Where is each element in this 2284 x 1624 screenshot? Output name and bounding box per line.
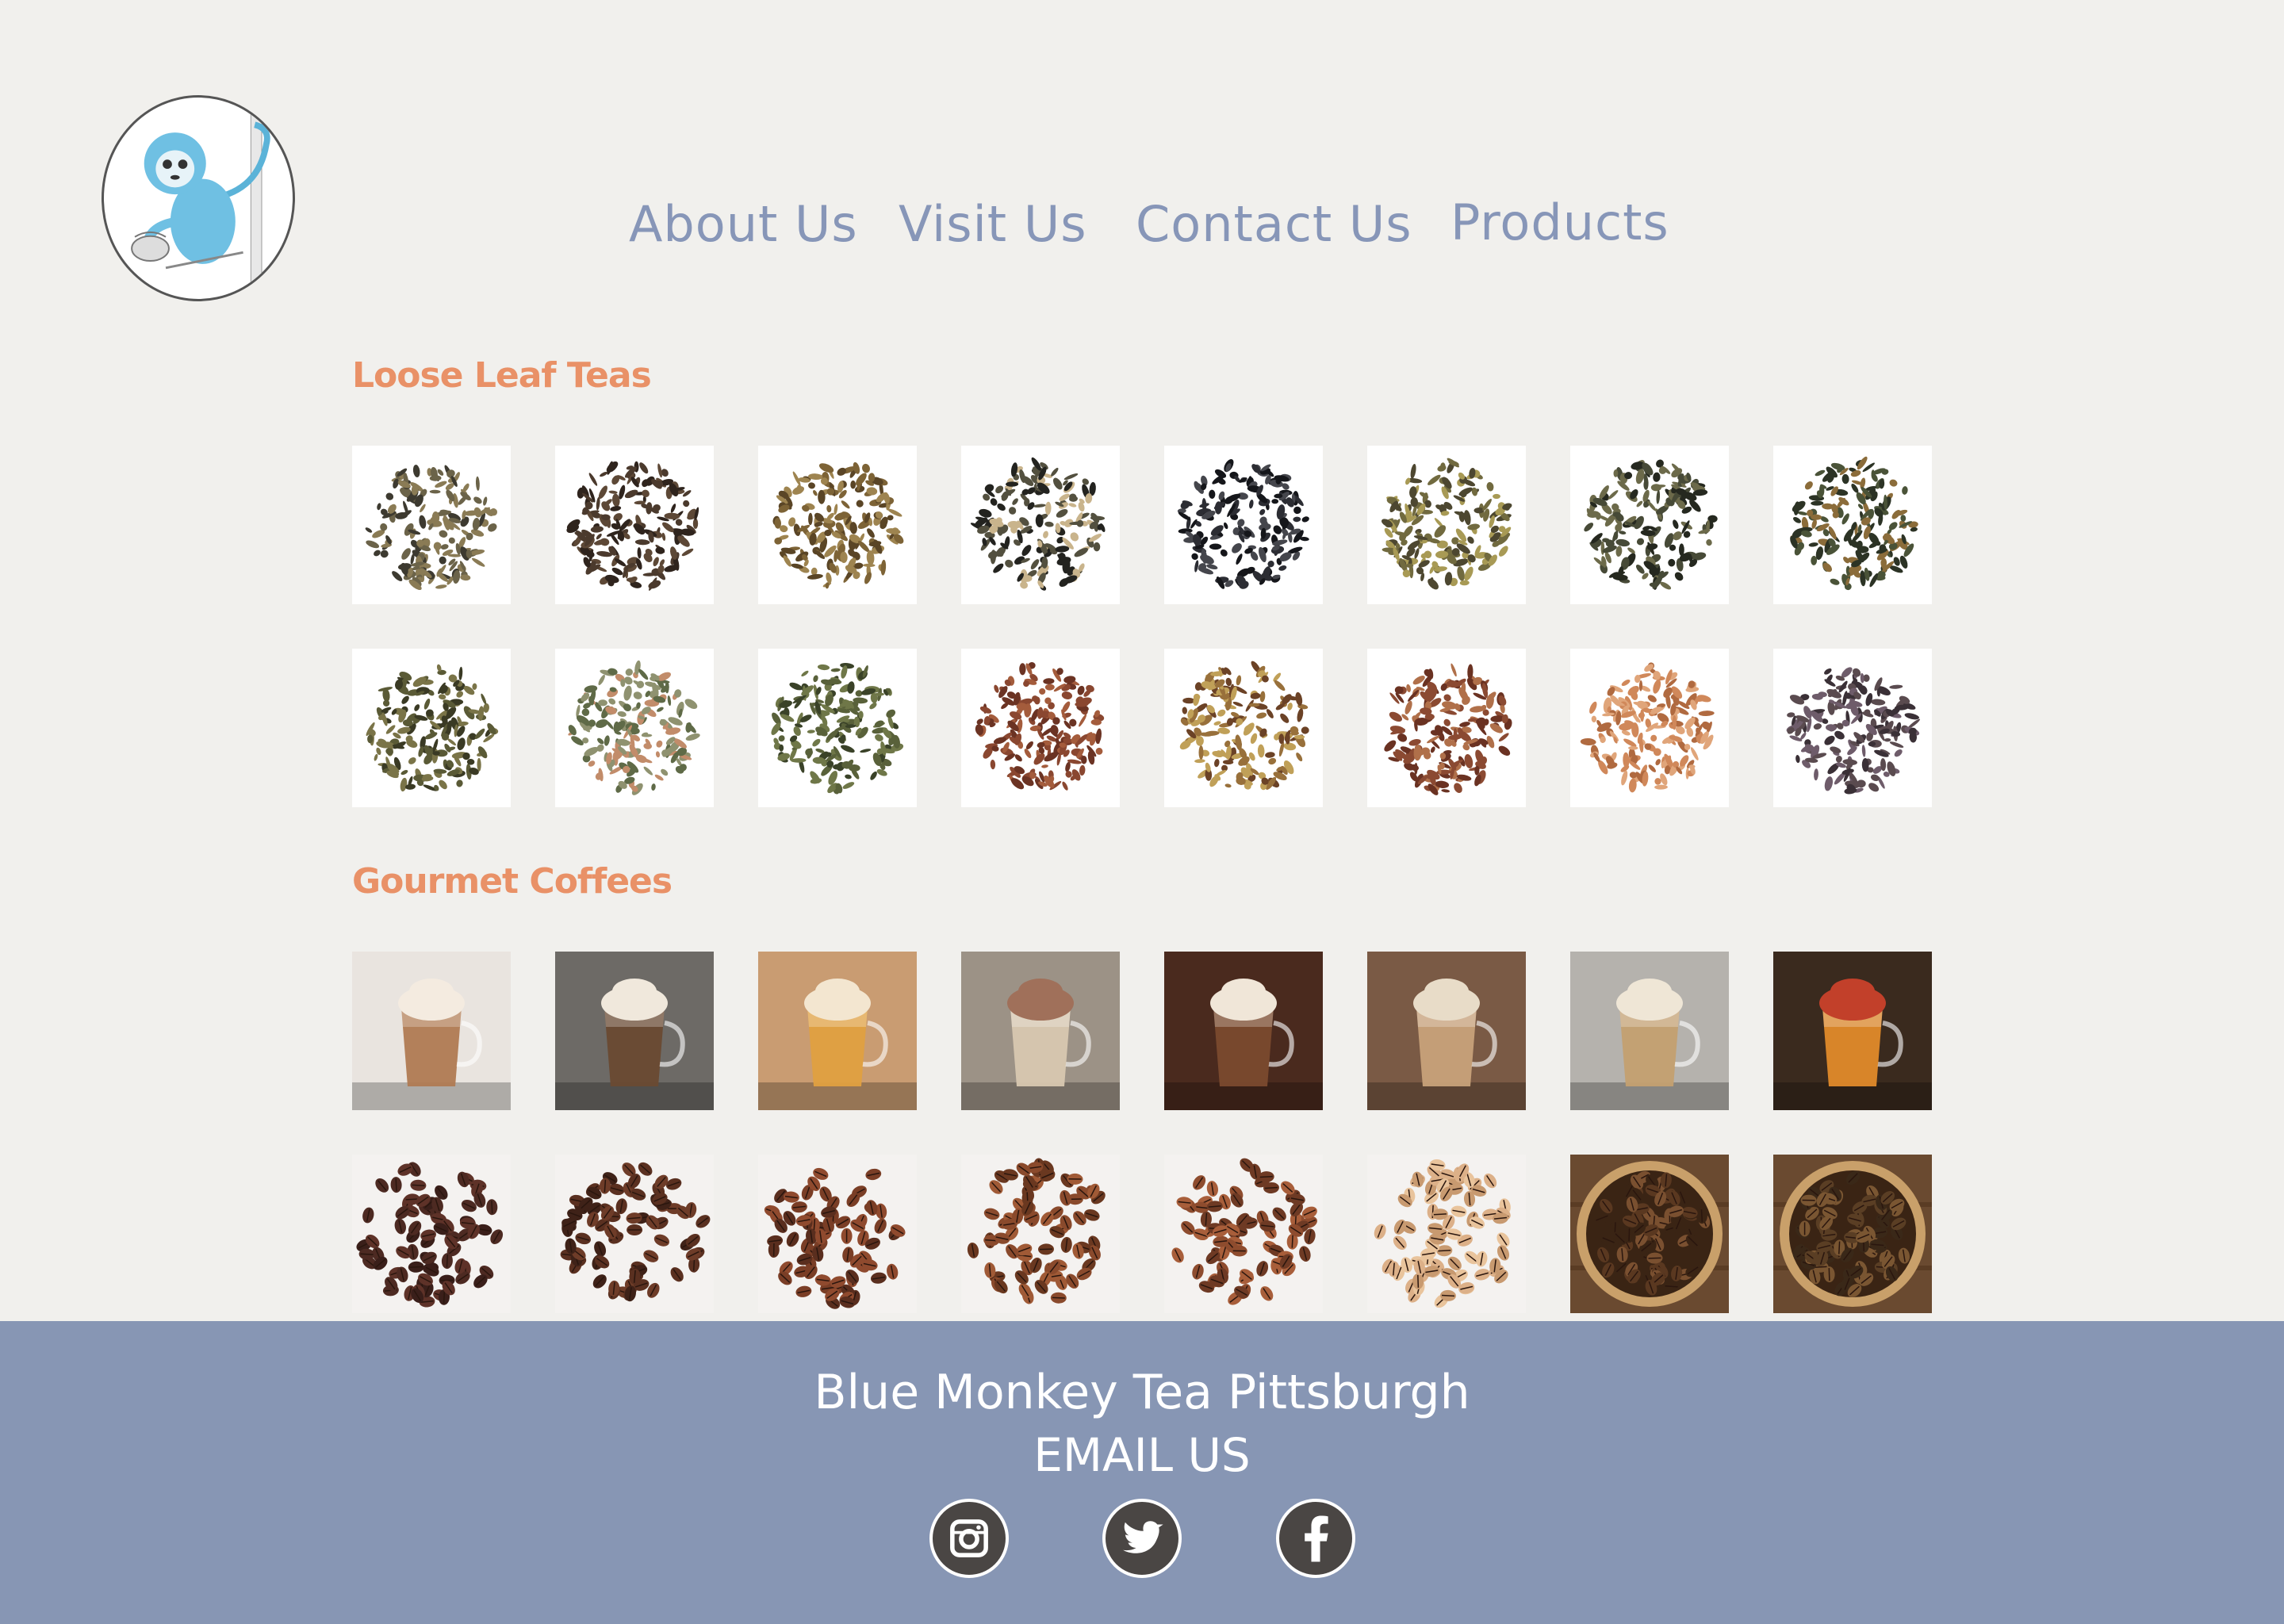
coffee-cold-brew-image <box>1773 952 1932 1110</box>
product-tile-coffee-cappuccino[interactable] <box>1570 952 1729 1110</box>
tea-black-dark-image <box>555 446 714 604</box>
product-tile-tea-black-fine[interactable] <box>1164 446 1323 604</box>
tea-black-fine-image <box>1164 446 1323 604</box>
section-title-gourmet-coffees: Gourmet Coffees <box>352 861 673 902</box>
tea-lavender-earl-image <box>1773 649 1932 807</box>
nav-visit-us[interactable]: Visit Us <box>899 195 1087 253</box>
product-tile-coffee-iced[interactable] <box>1367 952 1526 1110</box>
instagram-icon <box>950 1519 988 1557</box>
tea-row-1 <box>352 446 1938 604</box>
product-tile-tea-rooibos-spice[interactable] <box>1367 649 1526 807</box>
facebook-link[interactable] <box>1276 1499 1355 1578</box>
product-tile-tea-honeybush[interactable] <box>1570 649 1729 807</box>
product-tile-coffee-copper-mug[interactable] <box>1164 952 1323 1110</box>
facebook-icon <box>1305 1515 1328 1562</box>
section-title-loose-leaf-teas: Loose Leaf Teas <box>352 355 652 396</box>
coffee-cream-latte-image <box>352 952 511 1110</box>
footer-title: Blue Monkey Tea Pittsburgh <box>814 1365 1470 1420</box>
product-tile-beans-bowl-1[interactable] <box>1570 1155 1729 1313</box>
coffee-mocha-image <box>555 952 714 1110</box>
twitter-link[interactable] <box>1102 1499 1182 1578</box>
tea-row-2 <box>352 649 1938 807</box>
tea-jasmine-green-image <box>1367 446 1526 604</box>
instagram-link[interactable] <box>929 1499 1009 1578</box>
product-tile-tea-white-blend[interactable] <box>555 649 714 807</box>
tea-green-leaf-image <box>352 649 511 807</box>
product-tile-beans-bowl-2[interactable] <box>1773 1155 1932 1313</box>
coffee-cappuccino-image <box>1570 952 1729 1110</box>
nav-about-us[interactable]: About Us <box>629 195 858 253</box>
beans-light-image <box>1367 1155 1526 1313</box>
coffee-cinnamon-image <box>758 952 917 1110</box>
tea-grid <box>352 446 1938 807</box>
product-tile-beans-french[interactable] <box>555 1155 714 1313</box>
tea-rooibos-spice-image <box>1367 649 1526 807</box>
product-tile-beans-colombian[interactable] <box>1164 1155 1323 1313</box>
beans-dark-image <box>352 1155 511 1313</box>
product-tile-tea-rooibos-flower[interactable] <box>1164 649 1323 807</box>
product-tile-coffee-cold-brew[interactable] <box>1773 952 1932 1110</box>
coffee-chai-image <box>961 952 1120 1110</box>
product-tile-tea-rooibos[interactable] <box>961 649 1120 807</box>
beans-colombian-image <box>1164 1155 1323 1313</box>
beans-bowl-2-image <box>1773 1155 1932 1313</box>
product-tile-coffee-cinnamon[interactable] <box>758 952 917 1110</box>
product-tile-beans-light[interactable] <box>1367 1155 1526 1313</box>
product-tile-beans-house[interactable] <box>961 1155 1120 1313</box>
product-tile-tea-almond-blend[interactable] <box>961 446 1120 604</box>
blue-monkey-logo-icon <box>131 113 270 292</box>
beans-house-image <box>961 1155 1120 1313</box>
tea-sencha-image <box>758 649 917 807</box>
tea-honeybush-image <box>1570 649 1729 807</box>
coffee-row-2 <box>352 1155 1938 1313</box>
tea-mixed-green-image <box>352 446 511 604</box>
tea-white-blend-image <box>555 649 714 807</box>
product-tile-tea-pearls[interactable] <box>758 446 917 604</box>
logo[interactable] <box>102 95 295 301</box>
tea-pearls-image <box>758 446 917 604</box>
coffee-grid <box>352 952 1938 1313</box>
nav-contact-us[interactable]: Contact Us <box>1136 195 1412 253</box>
tea-rooibos-flower-image <box>1164 649 1323 807</box>
nav-products[interactable]: Products <box>1450 193 1669 251</box>
product-tile-tea-lavender-earl[interactable] <box>1773 649 1932 807</box>
product-tile-tea-green-peel[interactable] <box>1773 446 1932 604</box>
product-tile-beans-dark[interactable] <box>352 1155 511 1313</box>
product-tile-coffee-cream-latte[interactable] <box>352 952 511 1110</box>
beans-french-image <box>555 1155 714 1313</box>
email-us-link[interactable]: EMAIL US <box>0 1428 2284 1482</box>
product-tile-tea-green-leaf[interactable] <box>352 649 511 807</box>
product-tile-tea-mixed-green[interactable] <box>352 446 511 604</box>
coffee-row-1 <box>352 952 1938 1110</box>
tea-almond-blend-image <box>961 446 1120 604</box>
product-tile-tea-citrus-black[interactable] <box>1570 446 1729 604</box>
beans-bowl-1-image <box>1570 1155 1729 1313</box>
product-tile-tea-jasmine-green[interactable] <box>1367 446 1526 604</box>
twitter-icon <box>1123 1521 1163 1553</box>
product-tile-tea-sencha[interactable] <box>758 649 917 807</box>
footer: Blue Monkey Tea Pittsburgh EMAIL US <box>0 1321 2284 1624</box>
product-tile-coffee-chai[interactable] <box>961 952 1120 1110</box>
tea-green-peel-image <box>1773 446 1932 604</box>
coffee-copper-mug-image <box>1164 952 1323 1110</box>
product-tile-beans-medium[interactable] <box>758 1155 917 1313</box>
product-tile-tea-black-dark[interactable] <box>555 446 714 604</box>
beans-medium-image <box>758 1155 917 1313</box>
tea-rooibos-image <box>961 649 1120 807</box>
coffee-iced-image <box>1367 952 1526 1110</box>
tea-citrus-black-image <box>1570 446 1729 604</box>
product-tile-coffee-mocha[interactable] <box>555 952 714 1110</box>
